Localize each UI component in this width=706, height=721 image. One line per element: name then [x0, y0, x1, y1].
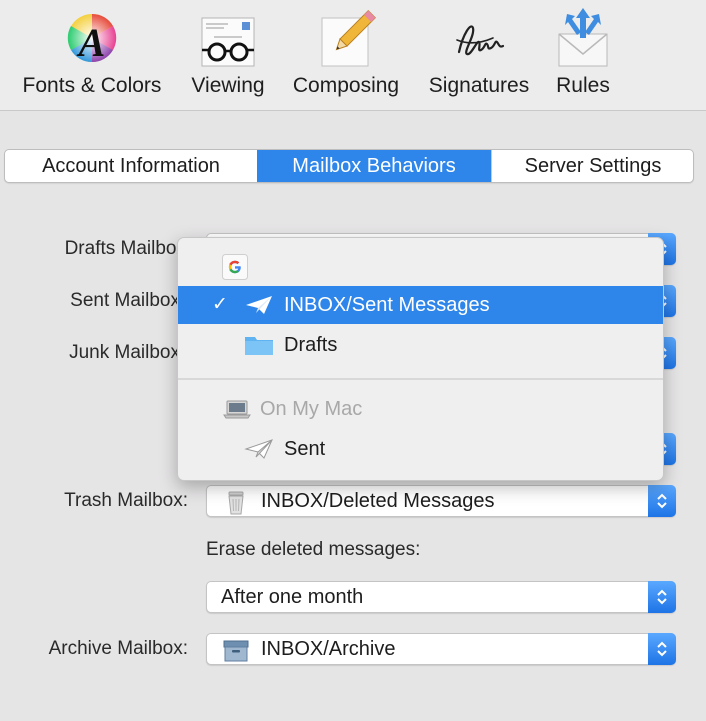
- svg-text:A: A: [76, 20, 106, 65]
- drafts-mailbox-label: Drafts Mailbox: [64, 238, 186, 259]
- toolbar-fonts-colors-label: Fonts & Colors: [22, 74, 162, 97]
- archive-mailbox-select[interactable]: INBOX/Archive: [206, 633, 676, 665]
- menu-section-label: On My Mac: [260, 398, 363, 420]
- erase-deleted-select[interactable]: After one month: [206, 581, 676, 613]
- laptop-icon: [223, 400, 251, 419]
- signature-icon: [456, 25, 505, 56]
- toolbar-composing[interactable]: Composing: [284, 0, 408, 110]
- viewing-glasses-icon: [201, 17, 255, 67]
- erase-stepper[interactable]: [648, 581, 676, 613]
- chevron-up-down-icon: [657, 493, 667, 509]
- google-icon: [222, 254, 248, 280]
- chevron-up-down-icon: [657, 589, 667, 605]
- trash-mailbox-label: Trash Mailbox:: [64, 490, 188, 511]
- menu-item-label: Sent: [284, 438, 326, 460]
- tab-server-settings[interactable]: Server Settings: [491, 150, 693, 182]
- rules-envelope-icon: [558, 8, 608, 67]
- menu-item-label: Drafts: [284, 334, 338, 356]
- toolbar-rules[interactable]: Rules: [548, 0, 618, 110]
- archive-stepper[interactable]: [648, 633, 676, 665]
- menu-separator: [178, 378, 663, 380]
- toolbar-rules-label: Rules: [556, 74, 610, 97]
- sent-mailbox-dropdown-menu: ✓ INBOX/Sent Messages Drafts On My Mac S…: [177, 237, 664, 481]
- erase-deleted-label: Erase deleted messages:: [206, 539, 421, 560]
- trash-mailbox-value: INBOX/Deleted Messages: [261, 490, 495, 512]
- menu-item-sent[interactable]: Sent: [178, 430, 663, 468]
- sent-mailbox-label: Sent Mailbox: [70, 290, 180, 311]
- chevron-up-down-icon: [657, 641, 667, 657]
- tab-bar: Account Information Mailbox Behaviors Se…: [4, 149, 694, 183]
- menu-account-header: [178, 247, 663, 285]
- composing-pencil-icon: [321, 9, 376, 67]
- tab-mailbox-behaviors[interactable]: Mailbox Behaviors: [257, 150, 491, 182]
- toolbar-composing-label: Composing: [292, 74, 400, 97]
- archive-mailbox-label: Archive Mailbox:: [48, 638, 188, 659]
- toolbar-signatures[interactable]: Signatures: [420, 0, 538, 110]
- toolbar-signatures-label: Signatures: [428, 74, 530, 97]
- trash-mailbox-select[interactable]: INBOX/Deleted Messages: [206, 485, 676, 517]
- erase-deleted-value: After one month: [221, 586, 364, 608]
- sent-paper-plane-icon: [246, 296, 272, 314]
- toolbar-fonts-colors[interactable]: A Fonts & Colors: [10, 0, 174, 110]
- fonts-colors-icon: A: [67, 13, 117, 65]
- toolbar-viewing[interactable]: Viewing: [184, 0, 272, 110]
- sent-paper-plane-icon: [244, 439, 273, 459]
- menu-item-label: INBOX/Sent Messages: [284, 294, 490, 316]
- archive-mailbox-value: INBOX/Archive: [261, 638, 396, 660]
- trash-stepper[interactable]: [648, 485, 676, 517]
- menu-section-on-my-mac: On My Mac: [178, 390, 663, 428]
- menu-item-drafts[interactable]: Drafts: [178, 326, 663, 364]
- trash-icon: [228, 491, 244, 515]
- preferences-toolbar: A Fonts & Colors Viewing Composing Signa…: [0, 0, 706, 111]
- checkmark-icon: ✓: [212, 294, 228, 315]
- folder-icon: [245, 337, 273, 355]
- tab-account-information[interactable]: Account Information: [5, 150, 257, 182]
- junk-mailbox-label: Junk Mailbox: [69, 342, 180, 363]
- toolbar-viewing-label: Viewing: [191, 74, 265, 97]
- menu-item-inbox-sent-messages[interactable]: ✓ INBOX/Sent Messages: [178, 286, 663, 324]
- archive-box-icon: [223, 640, 249, 662]
